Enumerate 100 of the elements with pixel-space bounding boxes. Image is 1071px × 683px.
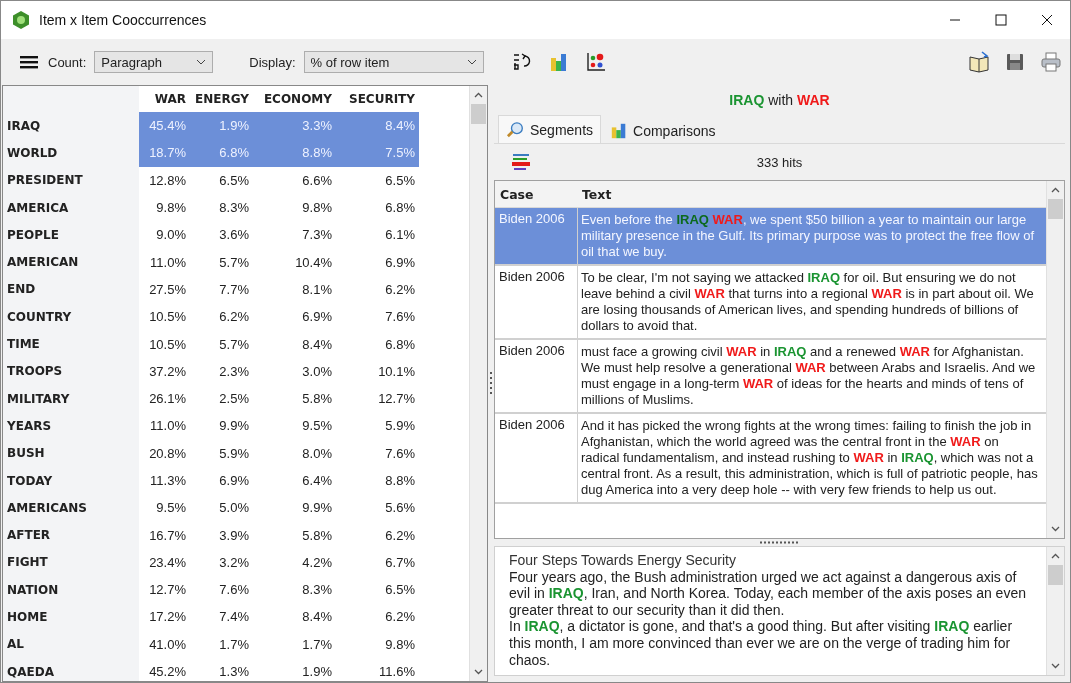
table-cell[interactable]: 7.4% [190, 603, 253, 631]
row-header[interactable]: NATION [3, 576, 139, 604]
table-cell[interactable]: 1.7% [253, 630, 336, 658]
table-cell[interactable]: 41.0% [139, 630, 190, 658]
row-header[interactable]: TROOPS [3, 357, 139, 385]
table-cell[interactable]: 5.6% [336, 494, 419, 522]
row-header[interactable]: AMERICA [3, 193, 139, 222]
table-cell[interactable]: 2.5% [190, 384, 253, 413]
table-cell[interactable]: 1.3% [190, 657, 253, 683]
row-header[interactable]: AL [3, 630, 139, 658]
table-cell[interactable]: 17.2% [139, 603, 190, 631]
table-cell[interactable]: 7.3% [253, 221, 336, 249]
table-cell[interactable]: 23.4% [139, 548, 190, 577]
scroll-down-icon[interactable] [1051, 663, 1060, 669]
row-header[interactable]: FIGHT [3, 548, 139, 577]
table-cell[interactable]: 7.6% [336, 439, 419, 467]
row-header[interactable]: PRESIDENT [3, 166, 139, 194]
row-header[interactable]: AFTER [3, 521, 139, 549]
word-cloud-icon[interactable] [510, 151, 532, 173]
row-header[interactable]: YEARS [3, 412, 139, 440]
table-cell[interactable]: 3.0% [253, 357, 336, 385]
table-cell[interactable]: 6.2% [336, 521, 419, 549]
tab[interactable]: Comparisons [601, 117, 724, 143]
table-cell[interactable]: 6.4% [253, 466, 336, 495]
table-cell[interactable]: 10.5% [139, 303, 190, 331]
table-cell[interactable]: 6.6% [253, 166, 336, 194]
row-header[interactable]: HOME [3, 603, 139, 631]
save-icon[interactable] [1004, 51, 1026, 73]
table-cell[interactable]: 6.2% [190, 303, 253, 331]
row-header[interactable]: TIME [3, 330, 139, 358]
table-cell[interactable]: 11.6% [336, 657, 419, 683]
row-header[interactable]: MILITARY [3, 384, 139, 413]
table-cell[interactable]: 4.2% [253, 548, 336, 577]
scrollbar[interactable] [469, 86, 487, 681]
scroll-up-icon[interactable] [474, 92, 483, 98]
table-cell[interactable]: 5.8% [253, 384, 336, 413]
table-cell[interactable]: 8.3% [190, 193, 253, 222]
print-icon[interactable] [1040, 51, 1062, 73]
table-cell[interactable]: 11.0% [139, 248, 190, 276]
column-header[interactable]: Case [495, 181, 577, 207]
row-header[interactable]: PEOPLE [3, 221, 139, 249]
table-cell[interactable]: 7.6% [336, 303, 419, 331]
table-cell[interactable]: 6.2% [336, 275, 419, 304]
table-cell[interactable]: 8.0% [253, 439, 336, 467]
table-cell[interactable]: 6.1% [336, 221, 419, 249]
table-cell[interactable]: 9.0% [139, 221, 190, 249]
table-cell[interactable]: 12.8% [139, 166, 190, 194]
table-cell[interactable]: 26.1% [139, 384, 190, 413]
table-cell[interactable]: 6.8% [336, 330, 419, 358]
table-cell[interactable]: 3.2% [190, 548, 253, 577]
scrollbar-thumb[interactable] [1048, 565, 1063, 585]
tab[interactable]: Segments [498, 115, 602, 143]
table-cell[interactable]: 6.7% [336, 548, 419, 577]
table-cell[interactable]: 6.9% [190, 466, 253, 495]
table-cell[interactable]: 12.7% [139, 576, 190, 604]
segment-row[interactable] [495, 340, 1046, 414]
column-header[interactable]: ENERGY [190, 86, 253, 112]
table-cell[interactable]: 8.4% [253, 330, 336, 358]
row-header[interactable]: END [3, 275, 139, 304]
scatter-plot-icon[interactable] [584, 51, 607, 73]
table-cell[interactable]: 9.8% [139, 193, 190, 222]
scroll-up-icon[interactable] [1051, 553, 1060, 559]
table-cell[interactable]: 6.8% [336, 193, 419, 222]
scrollbar[interactable] [1046, 181, 1064, 538]
table-cell[interactable]: 9.5% [253, 412, 336, 440]
row-header[interactable]: AMERICANS [3, 494, 139, 522]
table-cell[interactable]: 10.5% [139, 330, 190, 358]
table-cell[interactable]: 10.1% [336, 357, 419, 385]
table-cell[interactable]: 8.8% [336, 466, 419, 495]
table-cell[interactable]: 5.0% [190, 494, 253, 522]
table-cell[interactable]: 1.7% [190, 630, 253, 658]
table-cell[interactable]: 11.3% [139, 466, 190, 495]
table-cell[interactable]: 37.2% [139, 357, 190, 385]
table-cell[interactable]: 7.7% [190, 275, 253, 304]
table-cell[interactable]: 5.7% [190, 330, 253, 358]
row-header[interactable]: IRAQ [3, 112, 139, 140]
table-cell[interactable]: 20.8% [139, 439, 190, 467]
table-cell[interactable]: 6.9% [336, 248, 419, 276]
scroll-down-icon[interactable] [474, 669, 483, 675]
row-header[interactable]: WORLD [3, 139, 139, 167]
table-cell[interactable]: 9.9% [190, 412, 253, 440]
table-cell[interactable]: 11.0% [139, 412, 190, 440]
table-cell[interactable]: 6.9% [253, 303, 336, 331]
table-cell[interactable]: 45.2% [139, 657, 190, 683]
scrollbar[interactable] [1046, 547, 1064, 675]
scrollbar-thumb[interactable] [1048, 199, 1063, 219]
scroll-up-icon[interactable] [1051, 187, 1060, 193]
column-header[interactable]: SECURITY [336, 86, 419, 112]
table-cell[interactable]: 3.6% [190, 221, 253, 249]
segment-row[interactable] [495, 414, 1046, 504]
count-dropdown[interactable]: Paragraph [94, 51, 214, 73]
table-cell[interactable]: 10.4% [253, 248, 336, 276]
column-header[interactable]: WAR [139, 86, 190, 112]
table-cell[interactable]: 2.3% [190, 357, 253, 385]
table-cell[interactable]: 9.8% [253, 193, 336, 222]
scroll-down-icon[interactable] [1051, 526, 1060, 532]
table-cell[interactable]: 9.8% [336, 630, 419, 658]
table-cell[interactable]: 6.2% [336, 603, 419, 631]
column-header[interactable]: Text [577, 181, 612, 207]
segment-row[interactable] [495, 266, 1046, 340]
